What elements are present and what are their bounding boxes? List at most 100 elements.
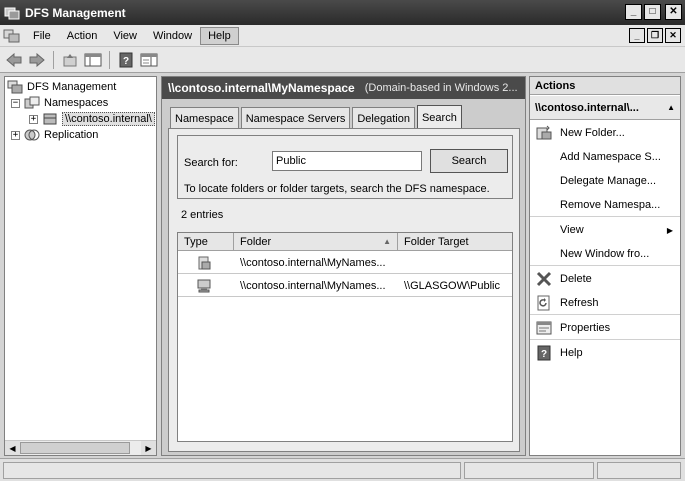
action-label: Remove Namespa...	[560, 198, 661, 211]
action-label: New Window fro...	[560, 247, 650, 260]
mdi-close-button[interactable]: ✕	[665, 28, 681, 43]
forward-arrow-icon	[29, 52, 45, 67]
tree-node-contoso-namespace[interactable]: + \\contoso.internal\	[29, 111, 155, 127]
menu-help[interactable]: Help	[200, 26, 239, 45]
show-hide-action-pane-button[interactable]	[139, 50, 159, 70]
mdi-restore-button[interactable]: ❐	[647, 28, 663, 43]
namespace-type-description: (Domain-based in Windows 2...	[364, 82, 518, 94]
action-label: Refresh	[560, 296, 599, 309]
mdi-minimize-button[interactable]: _	[629, 28, 645, 43]
toolbar: ?	[0, 47, 685, 73]
action-label: View	[560, 224, 584, 236]
title-bar: DFS Management _ □ ✕	[0, 0, 685, 25]
action-refresh[interactable]: Refresh	[530, 291, 680, 315]
namespace-title: \\contoso.internal\MyNamespace	[168, 81, 355, 95]
tree-label: DFS Management	[27, 81, 117, 93]
menu-action[interactable]: Action	[59, 27, 106, 45]
expand-toggle[interactable]: +	[29, 114, 38, 124]
search-tab-panel: Search for: Search To locate folders or …	[168, 128, 520, 452]
delete-icon	[536, 271, 552, 287]
column-header-type[interactable]: Type	[178, 233, 234, 251]
tree-node-replication[interactable]: + Replication	[11, 127, 98, 143]
tab-delegation[interactable]: Delegation	[352, 107, 415, 129]
action-delegate-management[interactable]: Delegate Manage...	[530, 169, 680, 193]
column-header-folder-target[interactable]: Folder Target	[398, 233, 512, 251]
search-group: Search for: Search To locate folders or …	[177, 135, 513, 199]
search-input[interactable]	[272, 151, 422, 171]
collapse-toggle[interactable]: −	[11, 98, 20, 108]
menu-window[interactable]: Window	[145, 27, 200, 45]
tree-node-namespaces[interactable]: − Namespaces	[11, 95, 108, 111]
help-book-icon: ?	[119, 52, 133, 67]
properties-icon	[536, 321, 552, 335]
tab-namespace-servers[interactable]: Namespace Servers	[240, 107, 351, 129]
tree-horizontal-scrollbar[interactable]: ◀ ▶	[5, 440, 156, 455]
action-label: Add Namespace S...	[560, 151, 661, 163]
show-hide-tree-button[interactable]	[83, 50, 103, 70]
menu-view[interactable]: View	[105, 27, 145, 45]
action-new-folder[interactable]: New Folder...	[530, 121, 680, 145]
tree-node-dfs-management[interactable]: DFS Management	[7, 79, 116, 95]
svg-text:?: ?	[123, 56, 129, 67]
folder-target-cell: \\GLASGOW\Public	[404, 280, 500, 292]
action-add-namespace-server[interactable]: Add Namespace S...	[530, 145, 680, 169]
table-row[interactable]: \\contoso.internal\MyNames... \\GLASGOW\…	[178, 275, 512, 297]
action-help[interactable]: ? Help	[530, 341, 680, 365]
action-view[interactable]: View ▶	[530, 218, 680, 242]
column-header-folder[interactable]: Folder ▲	[234, 233, 398, 251]
tree-label: Replication	[44, 129, 99, 141]
status-panel-2	[464, 462, 594, 479]
action-label: Delete	[560, 273, 592, 285]
tab-strip: Namespace Namespace Servers Delegation S…	[170, 105, 464, 129]
back-button[interactable]	[4, 50, 24, 70]
action-remove-namespace[interactable]: Remove Namespa...	[530, 193, 680, 217]
action-new-window[interactable]: New Window fro...	[530, 242, 680, 266]
collapse-up-icon[interactable]: ▲	[667, 103, 675, 112]
scroll-right-arrow-icon[interactable]: ▶	[141, 441, 156, 455]
submenu-arrow-icon: ▶	[666, 226, 673, 235]
help-toolbar-button[interactable]: ?	[116, 50, 136, 70]
namespace-header: \\contoso.internal\MyNamespace (Domain-b…	[162, 77, 525, 99]
tab-namespace[interactable]: Namespace	[170, 107, 239, 129]
actions-header: Actions	[530, 77, 680, 95]
refresh-icon	[537, 295, 550, 311]
forward-button[interactable]	[27, 50, 47, 70]
results-header: Type Folder ▲ Folder Target	[178, 233, 512, 251]
search-for-label: Search for:	[184, 157, 238, 169]
svg-text:?: ?	[541, 349, 547, 360]
console-icon[interactable]	[3, 28, 21, 44]
minimize-button[interactable]: _	[625, 4, 642, 20]
close-button[interactable]: ✕	[665, 4, 682, 20]
table-row[interactable]: \\contoso.internal\MyNames...	[178, 252, 512, 274]
menu-file[interactable]: File	[25, 27, 59, 45]
window-title: DFS Management	[25, 5, 126, 20]
replication-icon	[24, 129, 40, 141]
action-label: Help	[560, 347, 583, 359]
maximize-button[interactable]: □	[644, 4, 661, 20]
action-properties[interactable]: Properties	[530, 316, 680, 340]
toolbar-separator	[109, 50, 110, 69]
menu-bar: File Action View Window Help _ ❐ ✕	[0, 25, 685, 47]
expand-toggle[interactable]: +	[11, 130, 20, 140]
actions-context-label: \\contoso.internal\...	[535, 101, 639, 114]
folder-target-icon	[197, 279, 211, 293]
namespaces-icon	[24, 96, 40, 109]
tree-label: \\contoso.internal\	[62, 112, 155, 126]
up-level-button[interactable]	[60, 50, 80, 70]
console-tree: DFS Management − Namespaces + \\contoso.…	[4, 76, 157, 456]
status-panel-main	[3, 462, 461, 479]
tab-search[interactable]: Search	[416, 105, 462, 129]
folder-cell: \\contoso.internal\MyNames...	[240, 280, 386, 292]
scroll-left-arrow-icon[interactable]: ◀	[5, 441, 20, 455]
scroll-thumb[interactable]	[20, 442, 130, 454]
action-label: Properties	[560, 321, 611, 334]
folder-cell: \\contoso.internal\MyNames...	[240, 257, 386, 269]
folder-target-cell	[404, 252, 510, 274]
actions-pane: Actions \\contoso.internal\... ▲ New Fol…	[529, 76, 681, 456]
search-results-list: Type Folder ▲ Folder Target \\contoso.int…	[177, 232, 513, 442]
action-delete[interactable]: Delete	[530, 267, 680, 291]
search-button[interactable]: Search	[430, 149, 508, 173]
actions-context-header[interactable]: \\contoso.internal\... ▲	[530, 96, 680, 120]
caption-buttons: _ □ ✕	[625, 4, 682, 20]
help-icon: ?	[537, 345, 551, 361]
